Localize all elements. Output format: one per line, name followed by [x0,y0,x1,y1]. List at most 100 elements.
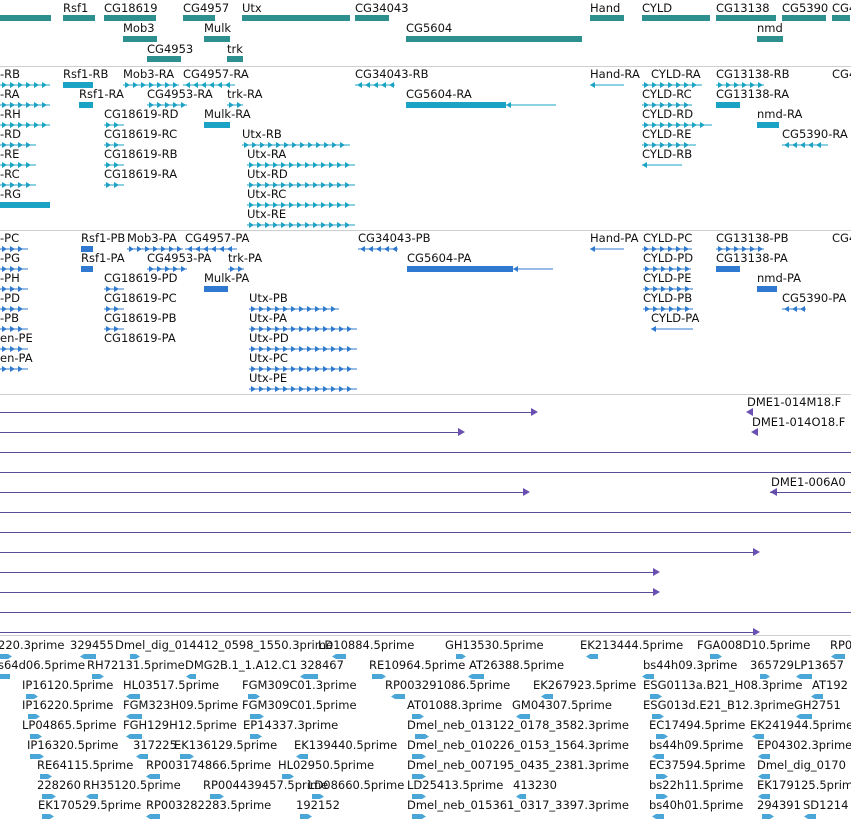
transcript-glyph[interactable] [712,100,744,110]
read-alignment[interactable] [0,452,851,453]
est-label: RP0 [830,638,851,652]
gene-glyph[interactable] [778,13,830,23]
read-label: DME1-014M18.F [747,395,842,409]
est-label: RP003282283.5prime [146,798,272,812]
protein-glyph[interactable] [712,264,744,274]
gene-glyph[interactable] [59,13,99,23]
est-glyph[interactable] [38,812,54,821]
protein-glyph[interactable] [245,384,361,394]
protein-glyph[interactable] [647,324,697,334]
est-glyph[interactable] [0,672,14,681]
transcript-glyph[interactable] [586,80,628,90]
est-glyph[interactable] [586,652,602,661]
est-label: EK136129.5prime [174,738,278,752]
est-glyph[interactable] [804,812,820,821]
read-alignment[interactable] [0,512,851,513]
est-label: FGM323H09.5prime [123,698,239,712]
read-alignment[interactable] [0,532,851,533]
est-label: EK170529.5prime [38,798,142,812]
transcript-glyph[interactable] [638,160,686,170]
transcript-glyph[interactable] [200,120,234,130]
protein-glyph[interactable] [778,304,810,314]
read-alignment[interactable] [770,492,851,493]
gene-glyph[interactable] [238,13,354,23]
protein-track: -PC Rsf1-PB Mob3-PA CG4957-PA CG34043-PB Hand… [0,231,851,394]
est-label: FGA008D10.5prime [697,638,811,652]
est-label: FGH129H12.5prime [123,718,237,732]
protein-glyph[interactable] [586,244,628,254]
est-label: Dmel_neb_007195_0435_2381.3prime [407,758,629,772]
protein-glyph[interactable] [509,264,557,274]
read-alignment[interactable] [0,432,460,433]
protein-glyph[interactable] [403,264,517,274]
read-alignment[interactable] [0,612,851,613]
est-label: AT192 [812,678,848,692]
transcript-glyph[interactable] [243,220,359,230]
est-label: bs22h11.5prime [649,778,744,792]
read-arrowhead [753,628,760,635]
est-label: Dmel_dig_014412_0598_1550.3prime [115,638,334,652]
gene-glyph[interactable] [586,13,628,23]
est-label: RE64115.5prime [37,758,134,772]
transcript-glyph[interactable] [778,140,832,150]
est-label: 365729 [750,658,794,672]
gene-glyph[interactable] [402,34,586,44]
gene-glyph[interactable] [828,13,851,23]
transcript-glyph[interactable] [502,100,560,110]
read-alignment[interactable] [0,572,655,573]
transcript-glyph[interactable] [100,180,128,190]
est-label: IP16320.5prime [27,738,119,752]
est-label: Dmel_neb_013122_0178_3582.3prime [407,718,629,732]
gene-glyph[interactable] [143,54,185,64]
est-label: LD08660.5prime [308,778,405,792]
est-glyph[interactable] [408,812,426,821]
est-label: s64d06.5prime [0,658,86,672]
gene-glyph[interactable] [753,34,787,44]
protein-glyph[interactable] [200,284,232,294]
protein-glyph[interactable] [0,364,32,374]
est-label: 328467 [300,658,344,672]
gene-glyph[interactable] [638,13,714,23]
est-label: FGM309C01.5prime [242,698,357,712]
read-alignment[interactable] [0,592,655,593]
est-label: GH13530.5prime [445,638,544,652]
gene-glyph[interactable] [223,54,247,64]
transcript-glyph[interactable] [75,100,97,110]
est-glyph[interactable] [368,672,386,681]
gene-glyph[interactable] [351,13,393,23]
read-alignment[interactable] [0,412,533,413]
read-alignment[interactable] [0,472,851,473]
read-track: DME1-014M18.F DME1-014O18.F DME1-006A0 [0,395,851,635]
est-label: EP04302.3prime [757,738,851,752]
read-arrowhead [531,408,538,416]
gene-glyph[interactable] [0,13,55,23]
read-alignment[interactable] [0,492,525,493]
est-glyph[interactable] [758,812,774,821]
est-label: ESG013d.E21_B12.3prime [643,698,795,712]
est-label: EK179125.5prime [757,778,851,792]
protein-glyph[interactable] [77,264,97,274]
est-label: SD1214 [803,798,849,812]
protein-glyph[interactable] [354,244,402,254]
transcript-glyph[interactable] [753,120,783,130]
protein-label: CG18619-PA [104,331,176,345]
est-glyph[interactable] [296,812,312,821]
est-label: FGM309C01.3prime [242,678,357,692]
est-label: 317225 [133,738,177,752]
est-glyph[interactable] [146,812,164,821]
est-label: bs44h09.3prime [643,658,738,672]
read-alignment[interactable] [0,632,755,633]
est-label: ESG0113a.B21_H08.3prime [643,678,803,692]
transcript-glyph[interactable] [351,80,399,90]
est-label: AT01088.3prime [407,698,503,712]
protein-glyph[interactable] [753,284,781,294]
est-label: EP14337.3prime [243,718,339,732]
est-label: RH35120.5prime [83,778,181,792]
transcript-glyph[interactable] [402,100,510,110]
est-glyph[interactable] [652,812,668,821]
protein-label: CG4 [832,231,851,245]
transcript-glyph[interactable] [0,200,54,210]
read-arrowhead [458,428,465,436]
read-alignment[interactable] [0,552,755,553]
est-label: GM04307.5prime [512,698,612,712]
